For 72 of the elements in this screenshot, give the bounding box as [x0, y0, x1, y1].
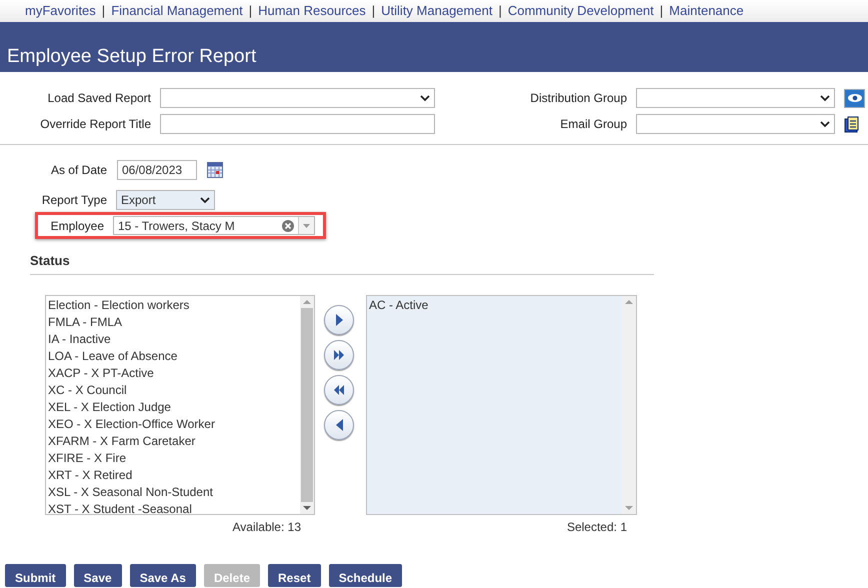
nav-link[interactable]: Maintenance [669, 1, 744, 21]
arrow-right-icon [336, 314, 342, 326]
action-button[interactable]: Save As [130, 564, 196, 586]
field-label: Override Report Title [39, 116, 151, 133]
calendar-icon[interactable] [207, 162, 223, 178]
action-button[interactable]: Save [74, 564, 122, 586]
nav-separator: | [248, 2, 252, 20]
scrollbar[interactable] [622, 296, 636, 514]
chevron-down-icon [820, 120, 830, 128]
selected-count: Selected: 1 [566, 518, 627, 536]
list-option[interactable]: Election - Election workers [48, 296, 300, 314]
double-arrow-right-icon [334, 350, 344, 360]
list-option[interactable]: XSL - X Seasonal Non-Student [48, 484, 300, 500]
list-option[interactable]: IA - Inactive [48, 330, 300, 348]
report-type-select[interactable]: Export [116, 190, 215, 210]
action-button[interactable]: Reset [268, 564, 321, 586]
eye-icon[interactable] [844, 88, 865, 108]
list-option[interactable]: XC - X Council [48, 382, 300, 398]
list-option[interactable]: LOA - Leave of Absence [48, 348, 300, 364]
report-title-field[interactable] [160, 114, 435, 134]
scroll-up-icon[interactable] [303, 298, 311, 304]
field-label: Report Type [40, 192, 107, 209]
chevron-down-icon [420, 94, 430, 102]
chevron-down-icon [820, 94, 830, 102]
available-count: Available: 13 [232, 518, 301, 536]
field-label: As of Date [50, 162, 107, 179]
nav-separator: | [660, 2, 664, 20]
section-heading: Status [30, 252, 71, 270]
date-field[interactable]: 06/08/2023 [117, 160, 197, 180]
chevron-down-icon [200, 196, 210, 204]
list-option[interactable]: XRT - X Retired [48, 466, 300, 484]
list-option[interactable]: XST - X Student -Seasonal [48, 500, 300, 518]
clear-icon[interactable] [282, 220, 294, 232]
double-arrow-right-button[interactable] [324, 340, 354, 370]
page-title: Employee Setup Error Report [7, 45, 256, 69]
list-option[interactable]: AC - Active [369, 296, 622, 314]
arrow-left-icon [336, 418, 342, 430]
list-option[interactable]: FMLA - FMLA [48, 314, 300, 330]
list-option[interactable]: XEL - X Election Judge [48, 398, 300, 416]
dropdown-toggle[interactable] [298, 217, 314, 234]
action-button[interactable]: Submit [5, 564, 66, 586]
double-arrow-left-button[interactable] [324, 374, 354, 404]
arrow-left-button[interactable] [324, 410, 354, 440]
list-option[interactable]: XFIRE - X Fire [48, 450, 300, 466]
list-option[interactable]: XACP - X PT-Active [48, 364, 300, 382]
nav-link[interactable]: myFavorites [25, 1, 96, 21]
address-book-icon[interactable] [844, 116, 860, 132]
field-label: Distribution Group [529, 90, 627, 107]
list-option[interactable]: XFARM - X Farm Caretaker [48, 432, 300, 450]
nav-link[interactable]: Human Resources [258, 1, 366, 21]
scroll-up-icon[interactable] [625, 298, 633, 304]
field-label: Load Saved Report [46, 90, 151, 107]
list-option[interactable]: XEO - X Election-Office Worker [48, 416, 300, 432]
double-arrow-left-icon [334, 384, 344, 394]
caret-down-icon [303, 224, 310, 228]
nav-link[interactable]: Financial Management [111, 1, 243, 21]
action-button[interactable]: Schedule [328, 564, 402, 586]
email-group-select[interactable] [636, 114, 835, 134]
scrollbar[interactable] [300, 296, 314, 514]
nav-separator: | [102, 2, 106, 20]
field-label: Email Group [559, 116, 627, 133]
nav-link[interactable]: Utility Management [381, 1, 492, 21]
nav-separator: | [372, 2, 376, 20]
scroll-down-icon[interactable] [303, 506, 311, 510]
scroll-down-icon[interactable] [625, 506, 633, 510]
nav-link[interactable]: Community Development [508, 1, 654, 21]
distribution-group-select[interactable] [636, 88, 835, 108]
saved-report-select[interactable] [160, 88, 435, 108]
nav-separator: | [498, 2, 502, 20]
arrow-right-button[interactable] [324, 304, 354, 334]
employee-combobox[interactable]: 15 - Trowers, Stacy M [113, 216, 315, 235]
field-label: Employee [50, 218, 104, 234]
